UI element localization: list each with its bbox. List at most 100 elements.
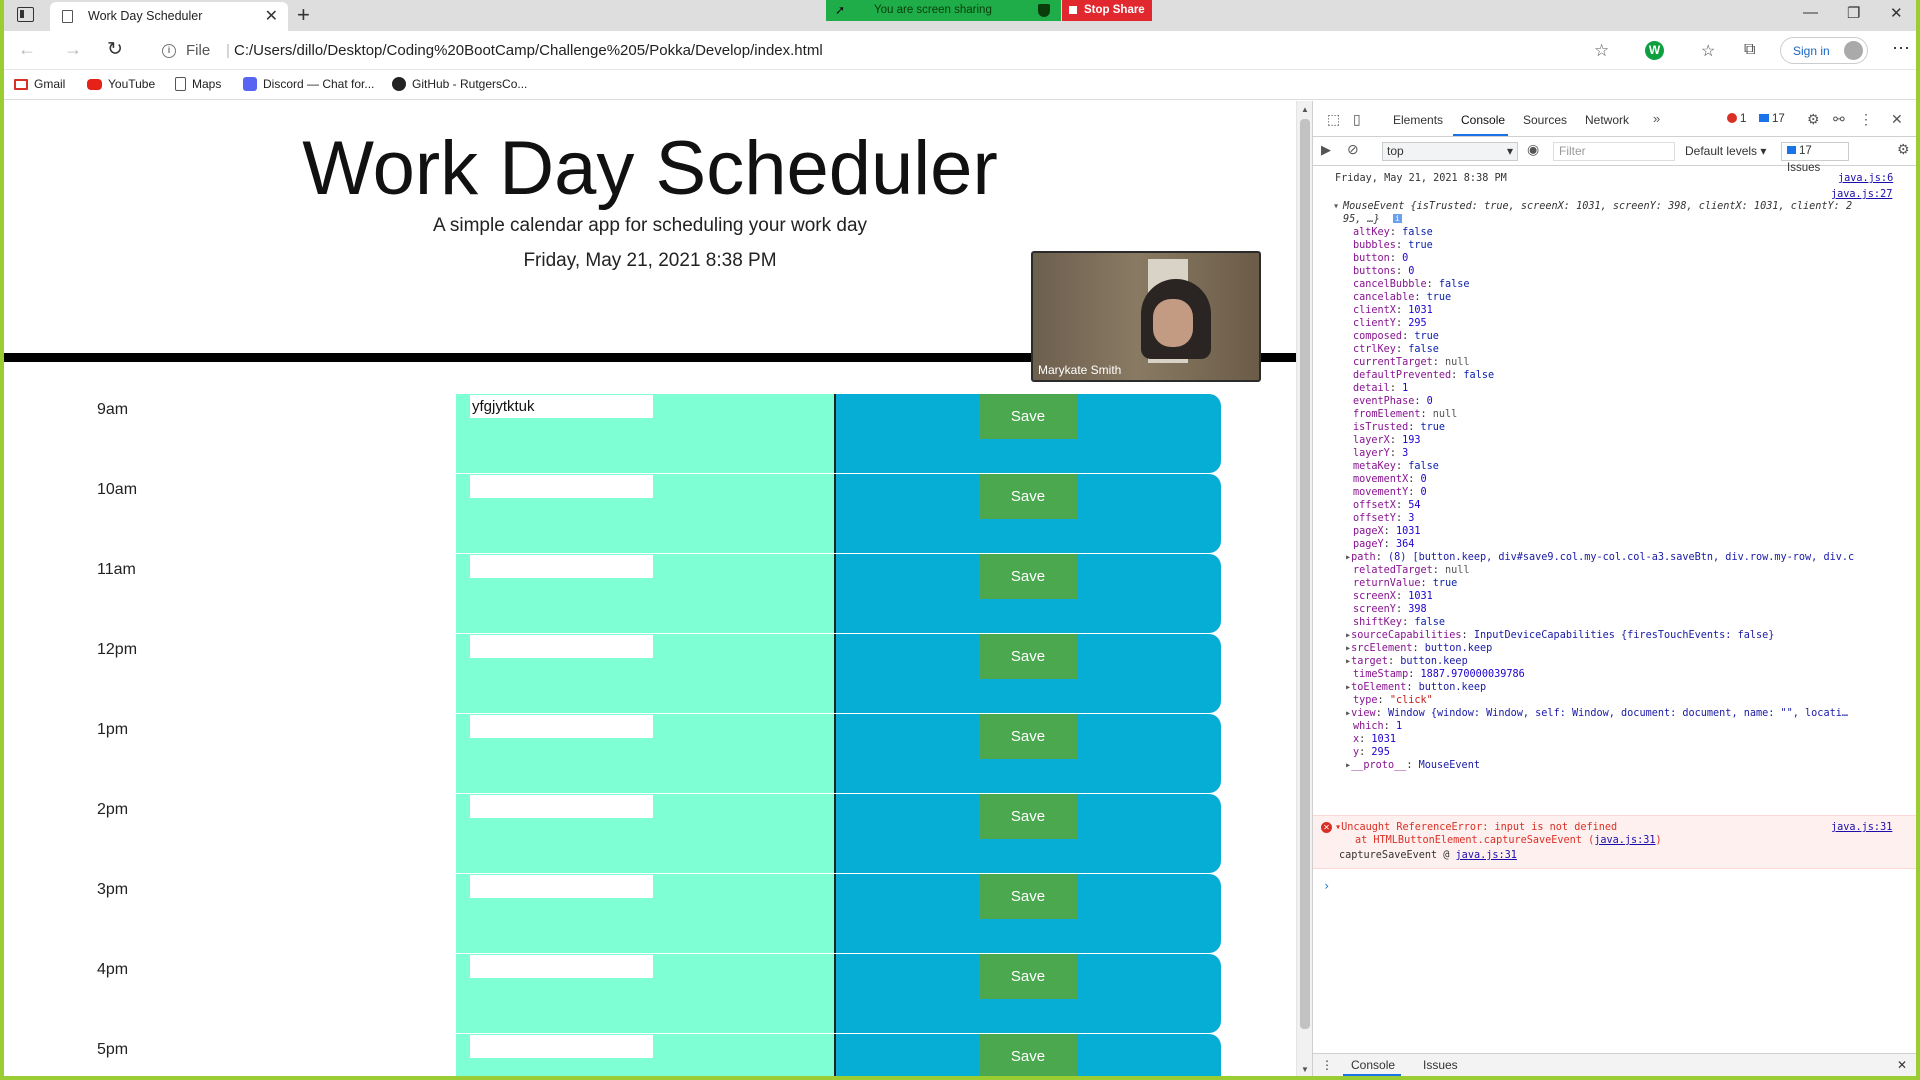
log-levels-select[interactable]: Default levels ▾	[1685, 144, 1766, 158]
sidebar-toggle-icon[interactable]: ▶	[1321, 142, 1331, 158]
property-colon: :	[1395, 318, 1409, 329]
bookmark-maps[interactable]: Maps	[175, 77, 221, 91]
bookmark-discord[interactable]: Discord — Chat for...	[243, 77, 374, 91]
clear-console-icon[interactable]: ⊘	[1347, 141, 1359, 158]
event-property[interactable]: ▸__proto__: MouseEvent	[1345, 760, 1480, 771]
event-property: buttons: 0	[1353, 266, 1414, 277]
more-icon[interactable]: ⋯	[1892, 38, 1910, 59]
source-link[interactable]: java.js:6	[1838, 173, 1893, 184]
event-summary[interactable]: MouseEvent {isTrusted: true, screenX: 10…	[1343, 201, 1852, 212]
tab-actions-icon[interactable]	[17, 7, 34, 22]
save-button[interactable]: Save	[979, 714, 1077, 759]
event-input[interactable]	[470, 475, 653, 498]
console-settings-icon[interactable]: ⚙	[1897, 141, 1910, 158]
device-toolbar-icon[interactable]: ▯	[1353, 111, 1361, 128]
avatar	[1844, 41, 1863, 60]
event-property[interactable]: ▸target: button.keep	[1345, 656, 1468, 667]
save-button[interactable]: Save	[979, 634, 1077, 679]
event-input[interactable]	[470, 875, 653, 898]
stack-tail: )	[1655, 835, 1662, 846]
source-link[interactable]: java.js:31	[1831, 822, 1892, 833]
customize-icon[interactable]: ⚯	[1833, 111, 1845, 128]
call-stack-link[interactable]: java.js:31	[1456, 850, 1517, 861]
event-input[interactable]	[470, 1035, 653, 1058]
property-value: 398	[1408, 604, 1427, 615]
time-block-row: 11am Save	[4, 554, 1296, 634]
source-link[interactable]: java.js:27	[1831, 189, 1892, 200]
kebab-menu-icon[interactable]: ⋮	[1859, 111, 1873, 128]
more-tabs-icon[interactable]: »	[1653, 111, 1660, 126]
save-button[interactable]: Save	[979, 954, 1077, 999]
drawer-menu-icon[interactable]: ⋮	[1321, 1058, 1333, 1072]
save-button[interactable]: Save	[979, 794, 1077, 839]
window-close-icon[interactable]: ✕	[1890, 4, 1903, 22]
tab-elements[interactable]: Elements	[1393, 113, 1443, 127]
event-property[interactable]: ▸path: (8) [button.keep, div#save9.col.m…	[1345, 552, 1854, 563]
save-button[interactable]: Save	[979, 474, 1077, 519]
info-icon[interactable]: i	[162, 44, 176, 58]
forward-icon[interactable]: →	[64, 39, 82, 60]
page-scrollbar[interactable]: ▲ ▼	[1296, 101, 1312, 1076]
inspect-icon[interactable]: ⬚	[1327, 111, 1340, 128]
bookmark-gmail[interactable]: Gmail	[14, 77, 65, 91]
event-input[interactable]	[470, 795, 653, 818]
event-property[interactable]: ▸srcElement: button.keep	[1345, 643, 1492, 654]
property-value: 3	[1408, 513, 1415, 524]
favorites-icon[interactable]: ☆	[1701, 41, 1715, 61]
filter-input[interactable]: Filter	[1553, 142, 1675, 161]
property-value: 1887.970000039786	[1420, 669, 1525, 680]
tab-console[interactable]: Console	[1461, 113, 1505, 127]
bookmark-youtube[interactable]: YouTube	[87, 77, 155, 91]
back-icon[interactable]: ←	[18, 39, 36, 60]
gear-icon[interactable]: ⚙	[1807, 111, 1820, 128]
error-count-badge[interactable]: 1	[1727, 113, 1746, 125]
extension-icon[interactable]: W	[1645, 41, 1664, 60]
collections-icon[interactable]: ⧉	[1744, 41, 1755, 59]
save-button[interactable]: Save	[979, 394, 1077, 439]
message-count-badge[interactable]: 17	[1759, 113, 1785, 125]
event-property[interactable]: ▸toElement: button.keep	[1345, 682, 1486, 693]
save-button[interactable]: Save	[979, 1034, 1077, 1076]
scroll-up-icon[interactable]: ▲	[1301, 105, 1309, 114]
property-colon: :	[1408, 422, 1421, 433]
event-input[interactable]	[470, 635, 653, 658]
stack-link[interactable]: java.js:31	[1594, 835, 1655, 846]
address-bar[interactable]: i File | C:/Users/dillo/Desktop/Coding%2…	[146, 34, 1614, 66]
new-tab-icon[interactable]: +	[297, 2, 310, 28]
context-select[interactable]: top	[1382, 142, 1518, 161]
event-input[interactable]	[470, 955, 653, 978]
restore-icon[interactable]: ❐	[1847, 4, 1860, 22]
save-button[interactable]: Save	[979, 554, 1077, 599]
eye-icon[interactable]: ◉	[1527, 141, 1539, 158]
event-input[interactable]	[470, 555, 653, 578]
devtools-tabbar: ⬚ ▯ Elements Console Sources Network » 1…	[1313, 101, 1916, 137]
scrollbar-thumb[interactable]	[1300, 119, 1310, 1029]
stop-share-button[interactable]: Stop Share	[1062, 0, 1152, 21]
property-key: timeStamp	[1353, 669, 1409, 680]
sign-in-button[interactable]: Sign in	[1780, 37, 1868, 64]
close-drawer-icon[interactable]: ✕	[1897, 1058, 1907, 1072]
issues-button[interactable]: 17 Issues	[1781, 142, 1849, 174]
tab-network[interactable]: Network	[1585, 113, 1629, 127]
error-message[interactable]: ▾Uncaught ReferenceError: input is not d…	[1335, 822, 1617, 833]
event-input[interactable]	[470, 715, 653, 738]
close-tab-icon[interactable]: ✕	[265, 6, 278, 26]
minimize-icon[interactable]: —	[1803, 4, 1818, 21]
drawer-tab-console[interactable]: Console	[1351, 1058, 1395, 1072]
event-input[interactable]	[470, 395, 653, 418]
event-property[interactable]: ▸sourceCapabilities: InputDeviceCapabili…	[1345, 630, 1774, 641]
url-text[interactable]: C:/Users/dillo/Desktop/Coding%20BootCamp…	[234, 42, 823, 59]
expand-triangle-icon[interactable]: ▾	[1333, 201, 1339, 212]
reload-icon[interactable]: ↻	[107, 38, 123, 61]
browser-tab[interactable]: Work Day Scheduler ✕	[50, 2, 288, 31]
add-favorite-icon[interactable]: ☆	[1594, 41, 1609, 61]
scroll-down-icon[interactable]: ▼	[1301, 1065, 1309, 1074]
console-prompt[interactable]: ›	[1323, 879, 1330, 893]
tab-sources[interactable]: Sources	[1523, 113, 1567, 127]
event-property[interactable]: ▸view: Window {window: Window, self: Win…	[1345, 708, 1848, 719]
drawer-tab-issues[interactable]: Issues	[1423, 1058, 1458, 1072]
bookmark-github[interactable]: GitHub - RutgersCo...	[392, 77, 527, 91]
close-devtools-icon[interactable]: ✕	[1891, 111, 1903, 128]
save-button[interactable]: Save	[979, 874, 1077, 919]
video-tile[interactable]: Marykate Smith	[1031, 251, 1261, 382]
